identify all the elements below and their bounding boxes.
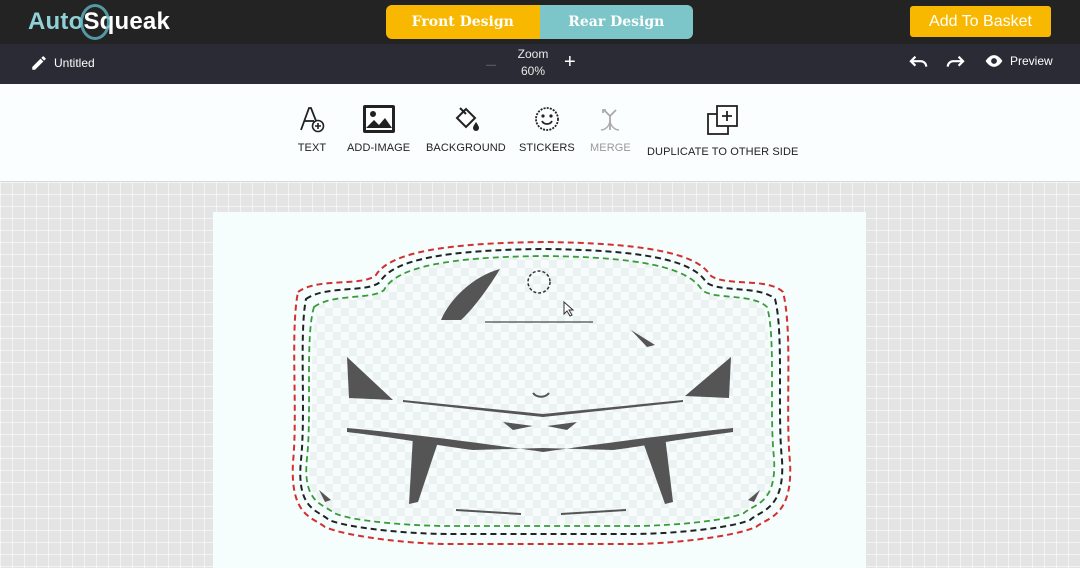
- add-to-basket-button[interactable]: Add To Basket: [910, 6, 1051, 37]
- merge-tool-label: MERGE: [590, 142, 631, 154]
- editor-subbar: Untitled – Zoom 60% + Preview: [0, 44, 1080, 84]
- design-title[interactable]: Untitled: [30, 54, 95, 72]
- merge-tool[interactable]: MERGE: [590, 104, 631, 154]
- car-front-template: [291, 240, 792, 545]
- zoom-value: 60%: [520, 64, 546, 78]
- stickers-tool[interactable]: STICKERS: [519, 104, 575, 154]
- preview-label: Preview: [1010, 54, 1053, 68]
- stickers-tool-label: STICKERS: [519, 142, 575, 154]
- undo-icon[interactable]: [908, 54, 930, 72]
- duplicate-tool-label: DUPLICATE TO OTHER SIDE: [647, 146, 799, 158]
- history-controls: [908, 54, 966, 72]
- logo-text-auto: Auto: [28, 8, 84, 35]
- duplicate-tool[interactable]: DUPLICATE TO OTHER SIDE: [647, 104, 798, 158]
- top-bar: Auto Squeak Front Design Rear Design Add …: [0, 0, 1080, 44]
- zoom-in-button[interactable]: +: [564, 51, 576, 74]
- autosqueak-logo[interactable]: Auto Squeak: [28, 4, 170, 40]
- text-tool-label: TEXT: [297, 142, 327, 154]
- eye-icon: [985, 55, 1003, 67]
- redo-icon[interactable]: [944, 54, 966, 72]
- design-side-tabs: Front Design Rear Design: [386, 5, 693, 39]
- zoom-label: Zoom: [517, 47, 549, 61]
- smiley-icon: [535, 107, 559, 131]
- text-add-icon: [300, 107, 325, 133]
- pencil-icon: [32, 56, 46, 70]
- image-icon: [362, 105, 395, 133]
- merge-icon: [601, 109, 620, 131]
- add-image-tool[interactable]: ADD-IMAGE: [347, 104, 410, 154]
- duplicate-icon: [706, 105, 738, 135]
- text-tool[interactable]: TEXT: [297, 104, 327, 154]
- preview-button[interactable]: Preview: [984, 54, 1053, 68]
- zoom-control: – Zoom 60% +: [480, 46, 590, 82]
- background-tool[interactable]: BACKGROUND: [426, 104, 506, 154]
- zoom-out-button[interactable]: –: [486, 54, 496, 75]
- logo-ring-icon: [80, 4, 110, 40]
- tools-toolbar: TEXT ADD-IMAGE BACKGROUND STICKERS MERGE: [0, 84, 1080, 182]
- tab-front-design[interactable]: Front Design: [386, 5, 540, 39]
- background-tool-label: BACKGROUND: [426, 142, 506, 154]
- tab-rear-design[interactable]: Rear Design: [539, 5, 693, 39]
- add-image-tool-label: ADD-IMAGE: [347, 142, 411, 154]
- paint-bucket-icon: [455, 107, 479, 131]
- design-canvas[interactable]: [213, 212, 866, 568]
- design-title-label: Untitled: [54, 56, 95, 70]
